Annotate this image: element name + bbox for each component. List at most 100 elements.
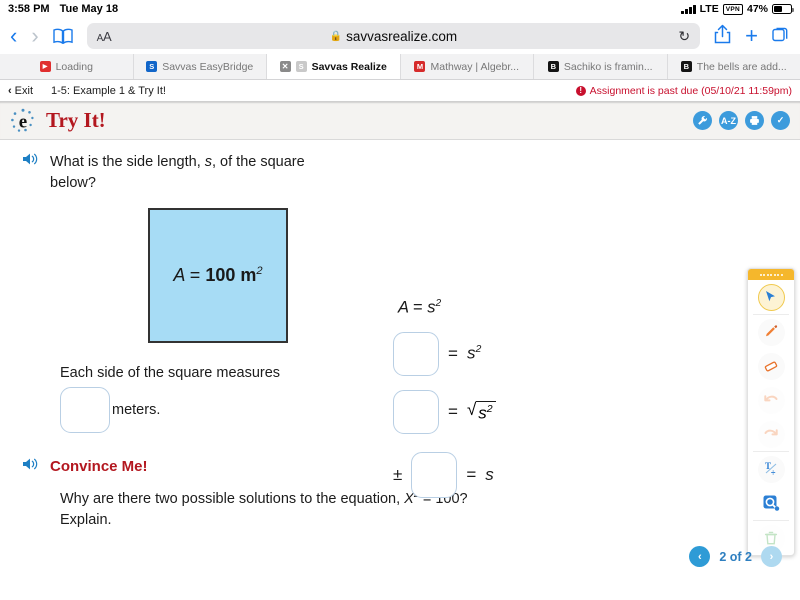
tab-label: Mathway | Algebr...	[430, 60, 520, 73]
past-due-text: Assignment is past due (05/10/21 11:59pm…	[589, 84, 792, 97]
convince-me-title: Convince Me!	[50, 458, 148, 476]
plus-minus-sign: ±	[393, 464, 403, 484]
browser-toolbar: ‹ › AA 🔒 savvasrealize.com ↻ +	[0, 18, 800, 54]
signal-strength-icon	[681, 4, 696, 14]
browser-tab[interactable]: B The bells are add...	[668, 54, 800, 79]
exit-button[interactable]: ‹ Exit	[8, 85, 33, 97]
cursor-icon	[757, 283, 785, 311]
past-due-status: ! Assignment is past due (05/10/21 11:59…	[575, 84, 792, 97]
check-icon[interactable]: ✓	[771, 111, 790, 130]
page-title: Try It!	[46, 108, 106, 132]
reload-icon[interactable]: ↻	[678, 28, 690, 45]
formula-line: A = s2	[398, 298, 593, 318]
equation-row-3: ± = s	[393, 451, 593, 498]
network-type-label: LTE	[699, 3, 719, 15]
share-icon[interactable]	[714, 24, 731, 48]
brainly-icon: B	[680, 61, 692, 72]
equals-sign: =	[448, 343, 458, 363]
question-part2: , of the square	[212, 154, 305, 170]
eraser-icon	[757, 352, 785, 380]
undo-tool[interactable]	[748, 383, 794, 417]
question-text: What is the side length, s, of the squar…	[50, 152, 305, 194]
equation-rhs-1: s2	[467, 343, 481, 364]
book-icon[interactable]	[52, 28, 73, 44]
redo-tool[interactable]	[748, 417, 794, 451]
tools-wrench-icon[interactable]	[693, 111, 712, 130]
brainly-icon: B	[547, 61, 559, 72]
chevron-left-icon[interactable]: ‹	[10, 25, 17, 47]
browser-tab[interactable]: S Savvas EasyBridge	[134, 54, 267, 79]
url-text: savvasrealize.com	[346, 28, 458, 44]
close-icon[interactable]: ✕	[279, 61, 291, 72]
question-part1: What is the side length,	[50, 154, 205, 170]
tryit-header: e Try It! A-Z ✓	[0, 102, 800, 140]
browser-tab[interactable]: ▶ Loading	[0, 54, 134, 79]
browser-tab[interactable]: M Mathway | Algebr...	[401, 54, 534, 79]
plus-icon[interactable]: +	[745, 25, 758, 47]
eraser-tool[interactable]	[748, 349, 794, 383]
savvas-e-logo: e	[10, 108, 36, 134]
formula-equals: =	[413, 298, 423, 317]
battery-icon	[772, 4, 794, 14]
address-bar[interactable]: AA 🔒 savvasrealize.com ↻	[86, 23, 701, 49]
square-area-label: A = 100 m2	[173, 265, 262, 286]
chevron-left-icon: ‹	[8, 84, 12, 97]
browser-tab[interactable]: B Sachiko is framin...	[534, 54, 668, 79]
ios-status-bar: 3:58 PM Tue May 18 LTE VPN 47%	[0, 0, 800, 18]
mathway-icon: M	[414, 61, 426, 72]
glossary-az-icon[interactable]: A-Z	[719, 111, 738, 130]
browser-tab-active[interactable]: ✕ S Savvas Realize	[267, 54, 401, 79]
audio-speaker-icon[interactable]	[22, 152, 40, 194]
lock-icon: 🔒	[329, 30, 343, 42]
formula-exponent: 2	[435, 298, 442, 309]
print-icon[interactable]	[745, 111, 764, 130]
drag-handle[interactable]	[748, 269, 794, 280]
lesson-title: 1-5: Example 1 & Try It!	[51, 84, 166, 97]
pointer-tool[interactable]	[748, 280, 794, 314]
drawing-toolbar: T ÷	[747, 268, 795, 556]
square-figure: A = 100 m2	[148, 208, 288, 344]
rhs-exponent: 2	[475, 343, 482, 356]
zoom-tool[interactable]	[748, 486, 794, 520]
answer-blank-side-length[interactable]	[60, 387, 110, 434]
equation-rhs-3: s	[485, 464, 494, 484]
answer-blank-3[interactable]	[411, 451, 458, 498]
redo-icon	[757, 420, 785, 448]
audio-speaker-icon[interactable]	[22, 457, 40, 476]
math-text-icon: T ÷	[757, 455, 785, 483]
area-exponent: 2	[256, 265, 263, 278]
question-line2: below?	[50, 175, 96, 192]
answer-blank-2[interactable]	[393, 389, 439, 434]
text-size-button[interactable]: AA	[97, 29, 112, 44]
magnifier-icon	[758, 490, 785, 517]
radical-sign: √	[466, 399, 477, 419]
svg-text:÷: ÷	[771, 468, 776, 477]
svg-text:e: e	[19, 111, 27, 132]
chevron-right-icon[interactable]: ›	[31, 25, 38, 47]
vpn-badge: VPN	[722, 3, 743, 15]
equals-sign: =	[189, 265, 201, 286]
lesson-content: What is the side length, s , of the squar…	[0, 140, 800, 577]
pencil-icon	[757, 318, 785, 346]
tab-label: The bells are add...	[696, 60, 787, 73]
radicand: s2	[476, 400, 496, 424]
pencil-tool[interactable]	[748, 315, 794, 349]
next-page-button[interactable]: ›	[761, 546, 782, 567]
equation-row-1: = s2	[393, 331, 593, 376]
tabs-icon[interactable]	[772, 25, 790, 47]
tab-label: Savvas EasyBridge	[162, 60, 254, 73]
equals-sign: =	[448, 401, 458, 421]
square-root-expression: √ s2	[467, 400, 496, 424]
easybridge-icon: S	[146, 61, 158, 72]
exit-label: Exit	[14, 84, 34, 97]
page-indicator: 2 of 2	[719, 549, 752, 564]
alert-icon: !	[575, 85, 586, 96]
rhs-base: s	[478, 403, 487, 423]
math-text-tool[interactable]: T ÷	[748, 452, 794, 486]
equation-column: A = s2 = s2 = √ s2 ± = s	[393, 298, 593, 498]
prev-page-button[interactable]: ‹	[689, 546, 711, 567]
undo-icon	[757, 386, 785, 414]
answer-blank-1[interactable]	[393, 331, 439, 376]
tab-label: Savvas Realize	[311, 60, 387, 73]
header-tool-icons: A-Z ✓	[693, 111, 790, 130]
